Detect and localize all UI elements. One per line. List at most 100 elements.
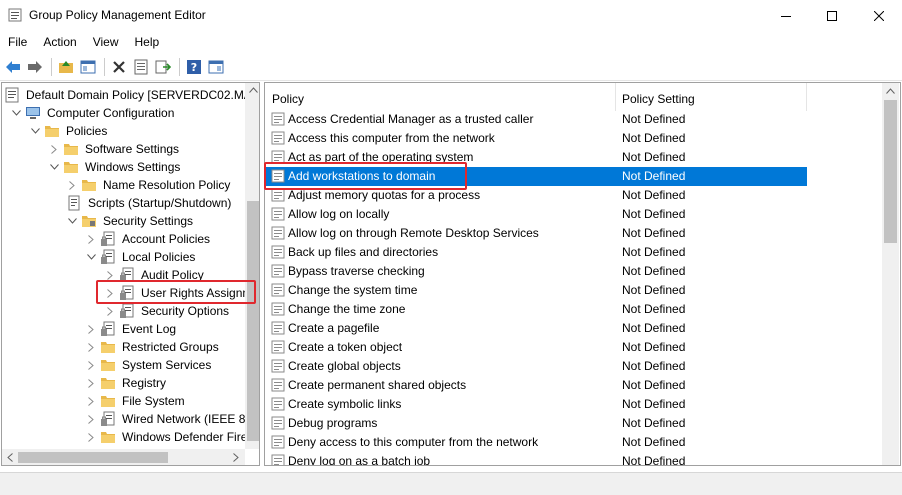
policy-row[interactable]: Access this computer from the network Not… [265,129,807,148]
tree-item[interactable]: Wired Network (IEEE 80 [85,410,254,428]
policy-row[interactable]: Deny log on as a batch job Not Defined [265,452,807,465]
chevron-right-icon[interactable] [85,233,97,245]
back-button[interactable] [3,57,23,77]
tree-item[interactable]: Name Resolution Policy [66,176,232,194]
policy-name: Bypass traverse checking [288,264,425,278]
column-header-policy[interactable]: Policy [272,83,612,111]
menu-file[interactable]: File [0,31,35,53]
chevron-right-icon[interactable] [48,143,60,155]
folder-icon [63,141,79,157]
chevron-down-icon[interactable] [29,125,41,137]
tree-item-label: Restricted Groups [122,340,219,354]
policy-setting-icon [271,283,285,297]
scroll-left-icon[interactable] [7,453,13,462]
column-separator[interactable] [615,83,616,111]
tree-item[interactable]: System Services [85,356,213,374]
tree-vertical-scrollbar[interactable] [245,83,259,449]
menu-action[interactable]: Action [35,31,84,53]
column-header-policy-setting[interactable]: Policy Setting [622,83,822,111]
chevron-right-icon[interactable] [85,341,97,353]
tree-item[interactable]: Scripts (Startup/Shutdown) [66,194,233,212]
folder-icon [100,339,116,355]
chevron-down-icon[interactable] [85,251,97,263]
forward-button[interactable] [25,57,45,77]
policy-setting-icon [271,397,285,411]
chevron-right-icon[interactable] [85,395,97,407]
tree-item[interactable]: Security Options [104,302,231,320]
close-button[interactable] [856,0,902,31]
tree-item-label: Scripts (Startup/Shutdown) [88,196,232,210]
chevron-right-icon[interactable] [85,431,97,443]
tree-item[interactable]: Windows Settings [48,158,182,176]
list-vscroll-thumb[interactable] [884,100,897,243]
tree-item[interactable]: Software Settings [48,140,181,158]
delete-button[interactable] [109,57,129,77]
list-vertical-scrollbar[interactable] [882,83,899,465]
policy-row[interactable]: Change the system time Not Defined [265,281,807,300]
tree-item[interactable]: Default Domain Policy [SERVERDC02.MAR [4,86,259,104]
chevron-right-icon[interactable] [85,377,97,389]
menu-help[interactable]: Help [127,31,168,53]
policy-name: Adjust memory quotas for a process [288,188,481,202]
properties-icon [134,59,148,74]
tree-item[interactable]: Event Log [85,320,178,338]
tree-item[interactable]: Windows Defender Fire [85,428,249,446]
tree-hscroll-thumb[interactable] [18,452,168,463]
help-button[interactable]: ? [184,57,204,77]
tree-item-label: Event Log [122,322,177,336]
chevron-right-icon[interactable] [85,359,97,371]
show-hide-tree-icon [80,60,96,73]
tree-horizontal-scrollbar[interactable] [2,449,245,465]
scroll-up-icon[interactable] [249,87,258,93]
policy-row[interactable]: Allow log on locally Not Defined [265,205,807,224]
tree-item[interactable]: Restricted Groups [85,338,221,356]
policy-row[interactable]: Create symbolic links Not Defined [265,395,807,414]
chevron-down-icon[interactable] [48,161,60,173]
scroll-right-icon[interactable] [233,453,239,462]
policy-row[interactable]: Create a pagefile Not Defined [265,319,807,338]
tree-item[interactable]: Registry [85,374,168,392]
policy-row[interactable]: Create global objects Not Defined [265,357,807,376]
folder-icon [63,159,79,175]
policy-row[interactable]: Access Credential Manager as a trusted c… [265,110,807,129]
tree-item[interactable]: Computer Configuration [10,104,176,122]
chevron-right-icon[interactable] [104,305,116,317]
tree-item-label: Registry [122,376,167,390]
toolbar-separator [51,57,52,76]
tree-vscroll-thumb[interactable] [247,201,259,441]
tree-item[interactable]: File System [85,392,187,410]
show-hide-tree-button[interactable] [78,57,98,77]
chevron-down-icon[interactable] [66,215,78,227]
policy-row[interactable]: Deny access to this computer from the ne… [265,433,807,452]
policy-row[interactable]: Change the time zone Not Defined [265,300,807,319]
chevron-right-icon[interactable] [66,179,78,191]
tree-item[interactable]: Security Settings [66,212,195,230]
show-console-button[interactable] [206,57,226,77]
export-list-button[interactable] [153,57,173,77]
policy-setting-value: Not Defined [622,340,686,354]
tree-item[interactable]: Account Policies [85,230,212,248]
policy-setting-icon [271,302,285,316]
minimize-button[interactable] [763,0,809,31]
console-tree[interactable]: Default Domain Policy [SERVERDC02.MAR Com… [1,82,260,466]
policy-row[interactable]: Back up files and directories Not Defined [265,243,807,262]
policy-row[interactable]: Debug programs Not Defined [265,414,807,433]
policy-row[interactable]: Create permanent shared objects Not Defin… [265,376,807,395]
up-one-level-button[interactable] [56,57,76,77]
chevron-right-icon[interactable] [85,413,97,425]
column-separator[interactable] [806,83,807,111]
policy-setting-icon [271,245,285,259]
properties-button[interactable] [131,57,151,77]
menu-view[interactable]: View [85,31,127,53]
policy-name: Allow log on locally [288,207,390,221]
policy-row[interactable]: Create a token object Not Defined [265,338,807,357]
maximize-button[interactable] [809,0,855,31]
chevron-down-icon[interactable] [10,107,22,119]
tree-item[interactable]: Policies [29,122,109,140]
scroll-up-icon[interactable] [886,88,895,94]
chevron-right-icon[interactable] [85,323,97,335]
tree-item[interactable]: Local Policies [85,248,197,266]
policy-row[interactable]: Bypass traverse checking Not Defined [265,262,807,281]
policy-list[interactable]: Policy Policy Setting Access Credential … [264,82,901,466]
policy-row[interactable]: Allow log on through Remote Desktop Serv… [265,224,807,243]
